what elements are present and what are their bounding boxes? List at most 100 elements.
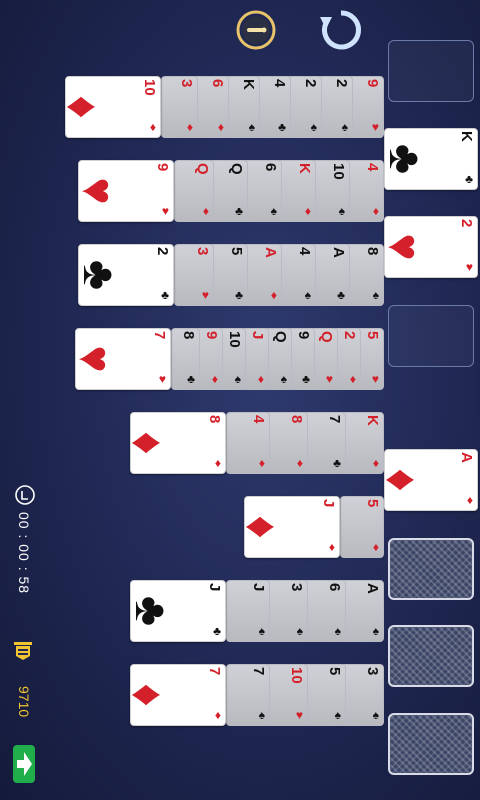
playing-card-stacked[interactable]: Q ♣ [208, 160, 248, 222]
card-suit: ♥ [161, 204, 169, 218]
card-suit: ♠ [338, 204, 345, 218]
playing-card-stacked[interactable]: J ♠ [226, 580, 270, 642]
card-suit: ♥ [295, 708, 303, 722]
card-rank: K [240, 79, 257, 90]
card-suit: ♣ [333, 456, 341, 470]
playing-card-stacked[interactable]: 6 ♠ [302, 580, 346, 642]
card-suit: ♦ [270, 288, 277, 302]
playing-card-2[interactable]: 2 ♣ ♣ [78, 244, 174, 306]
playing-card-stacked[interactable]: Q ♦ [174, 160, 214, 222]
card-rank: J [249, 331, 266, 340]
undo-icon[interactable] [318, 7, 364, 53]
card-suit: ♠ [258, 624, 265, 638]
card-rank: 9 [295, 331, 312, 340]
playing-card-stacked[interactable]: 4 ♦ [344, 160, 384, 222]
card-rank: 4 [250, 415, 267, 424]
flag-icon [12, 640, 34, 673]
playing-card-stacked[interactable]: 4 ♠ [276, 244, 316, 306]
card-suit: ♠ [304, 288, 311, 302]
playing-card-stacked[interactable]: 5 ♦ [340, 496, 384, 558]
playing-card-stacked[interactable]: 8 ♣ [171, 328, 200, 390]
playing-card-8[interactable]: 8 ♦ ♦ [130, 412, 226, 474]
playing-card-stacked[interactable]: 6 ♠ [242, 160, 282, 222]
playing-card-stacked[interactable]: A ♣ [310, 244, 350, 306]
tableau-row: 5♥2♦Q♥9♣Q♠J♦10♠9♦8♣7♥♥ [0, 328, 480, 390]
card-rank: 3 [288, 583, 305, 592]
card-center-suit: ♥ [79, 177, 125, 204]
card-rank: 8 [288, 415, 305, 424]
playing-card-stacked[interactable]: 3 ♦ [161, 76, 198, 138]
card-suit: ♣ [302, 372, 310, 386]
card-suit: ♣ [161, 288, 169, 302]
card-rank: 8 [206, 415, 223, 424]
playing-card-7[interactable]: 7 ♦ ♦ [130, 664, 226, 726]
playing-card-J[interactable]: J ♦ ♦ [244, 496, 340, 558]
playing-card-stacked[interactable]: A ♠ [340, 580, 384, 642]
playing-card-stacked[interactable]: 5 ♣ [208, 244, 248, 306]
card-suit: ♣ [337, 288, 345, 302]
card-suit: ♦ [372, 456, 379, 470]
playing-card-stacked[interactable]: 10 ♥ [264, 664, 308, 726]
card-suit: ♦ [296, 456, 303, 470]
card-suit: ♣ [187, 372, 195, 386]
card-rank: 4 [271, 79, 288, 88]
card-suit: ♠ [372, 708, 379, 722]
card-rank: 5 [228, 247, 245, 256]
tableau-row: 4♦10♠K♦6♠Q♣Q♦9♥♥ [0, 160, 480, 222]
card-rank: 8 [364, 247, 381, 256]
tableau-row: 8 ♠ A ♣ 4 ♠ A ♦ 5 ♣ 3 ♥ 2 ♣ ♣ [0, 244, 480, 306]
playing-card-stacked[interactable]: 7 ♠ [226, 664, 270, 726]
card-suit: ♥ [325, 372, 333, 386]
card-suit: ♥ [371, 372, 379, 386]
card-suit: ♦ [304, 204, 311, 218]
card-rank: A [364, 583, 381, 594]
playing-card-stacked[interactable]: 8 ♠ [344, 244, 384, 306]
card-rank: K [296, 163, 313, 174]
clock-icon [14, 484, 36, 511]
card-suit: ♣ [235, 288, 243, 302]
card-rank: 9 [154, 163, 171, 172]
card-suit: ♠ [334, 708, 341, 722]
playing-card-9[interactable]: 9 ♥ ♥ [78, 160, 174, 222]
card-suit: ♠ [270, 204, 277, 218]
tableau-row: K♦7♣8♦4♦8♦♦ [0, 412, 480, 474]
exit-icon[interactable] [10, 742, 38, 791]
card-suit: ♦ [211, 372, 218, 386]
playing-card-stacked[interactable]: 5 ♠ [302, 664, 346, 726]
card-suit: ♣ [278, 120, 286, 134]
playing-card-stacked[interactable]: 10 ♠ [310, 160, 350, 222]
card-rank: Q [194, 163, 211, 175]
playing-card-stacked[interactable]: 3 ♥ [174, 244, 214, 306]
info-icon[interactable] [233, 7, 279, 53]
card-rank: 3 [364, 667, 381, 676]
card-rank: 8 [180, 331, 197, 340]
playing-card-stacked[interactable]: 3 ♠ [340, 664, 384, 726]
card-rank: A [330, 247, 347, 258]
playing-card-stacked[interactable]: 7 ♣ [302, 412, 346, 474]
card-suit: ♣ [235, 204, 243, 218]
card-center-suit: ♦ [245, 515, 289, 538]
playing-card-stacked[interactable]: A ♦ [242, 244, 282, 306]
playing-card-10[interactable]: 10 ♦ ♦ [65, 76, 161, 138]
card-rank: 6 [262, 163, 279, 172]
card-suit: ♦ [257, 372, 264, 386]
card-rank: 5 [326, 667, 343, 676]
playing-card-J[interactable]: J ♣ ♣ [130, 580, 226, 642]
playing-card-stacked[interactable]: K ♦ [276, 160, 316, 222]
card-rank: 4 [364, 163, 381, 172]
playing-card-stacked[interactable]: 8 ♦ [264, 412, 308, 474]
card-suit: ♣ [213, 624, 221, 638]
card-suit: ♦ [214, 456, 221, 470]
card-rank: 2 [341, 331, 358, 340]
playing-card-7[interactable]: 7 ♥ ♥ [75, 328, 171, 390]
playing-card-stacked[interactable]: K ♦ [340, 412, 384, 474]
playing-card-stacked[interactable]: 4 ♦ [226, 412, 270, 474]
card-center-suit: ♥ [76, 345, 122, 372]
playing-card-stacked[interactable]: 3 ♠ [264, 580, 308, 642]
card-center-suit: ♦ [66, 95, 110, 118]
card-rank: 9 [364, 79, 381, 88]
card-center-suit: ♦ [131, 431, 175, 454]
card-rank: 3 [194, 247, 211, 256]
card-rank: 10 [288, 667, 305, 684]
card-rank: K [364, 415, 381, 426]
